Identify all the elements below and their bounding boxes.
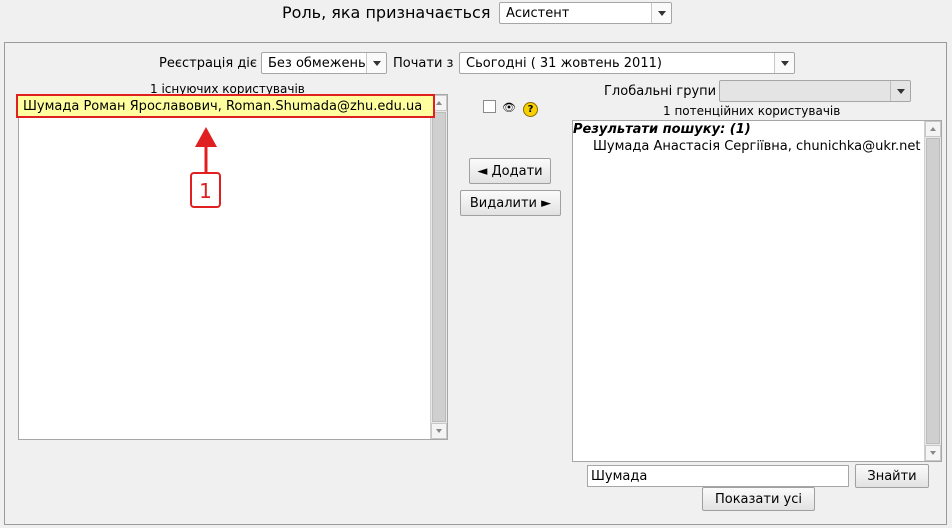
chevron-down-icon xyxy=(651,3,671,23)
scroll-up-icon[interactable] xyxy=(925,121,941,137)
potential-users-count: 1 потенційних користувачів xyxy=(663,104,841,118)
search-input-value: Шумада xyxy=(591,468,648,484)
chevron-down-icon xyxy=(366,53,386,73)
annotation-arrow-icon xyxy=(195,127,217,147)
start-date-select[interactable]: Сьогодні ( 31 жовтень 2011) xyxy=(459,52,795,74)
annotation-marker: 1 xyxy=(190,127,221,208)
scrollbar-thumb[interactable] xyxy=(926,138,940,444)
scroll-down-icon[interactable] xyxy=(925,445,941,461)
global-groups-label: Глобальні групи xyxy=(604,84,717,99)
existing-user-label: Шумада Роман Ярославович, Roman.Shumada@… xyxy=(23,98,423,114)
help-icon[interactable]: ? xyxy=(523,102,538,117)
show-all-button[interactable]: Показати усі xyxy=(702,487,815,511)
existing-users-scrollbar[interactable] xyxy=(430,95,447,439)
duration-select-value: Без обмежень xyxy=(268,55,366,71)
scroll-down-icon[interactable] xyxy=(431,423,447,439)
annotation-arrow-stem xyxy=(204,147,208,173)
role-select-value: Асистент xyxy=(506,5,570,21)
global-groups-select[interactable] xyxy=(719,80,911,102)
remove-button[interactable]: Видалити ► xyxy=(460,190,561,216)
search-input[interactable]: Шумада xyxy=(587,465,849,487)
find-button[interactable]: Знайти xyxy=(855,464,929,488)
existing-users-list[interactable] xyxy=(18,94,448,440)
potential-users-scrollbar[interactable] xyxy=(924,121,941,461)
role-select[interactable]: Асистент xyxy=(499,2,672,24)
role-label: Роль, яка призначається xyxy=(282,3,491,22)
scrollbar-thumb[interactable] xyxy=(432,112,446,422)
start-label: Почати з xyxy=(393,56,454,71)
eye-icon: 👁 xyxy=(502,101,516,114)
chevron-down-icon xyxy=(890,81,910,101)
existing-user-option[interactable]: Шумада Роман Ярославович, Roman.Shumada@… xyxy=(16,94,435,118)
add-button[interactable]: ◄ Додати xyxy=(469,158,551,184)
potential-user-option[interactable]: Шумада Анастасія Сергіївна, chunichka@uk… xyxy=(593,139,923,154)
annotation-number: 1 xyxy=(199,179,212,203)
potential-users-list[interactable] xyxy=(572,120,942,462)
chevron-down-icon xyxy=(774,53,794,73)
search-results-header: Результати пошуку: (1) xyxy=(573,122,751,137)
start-date-select-value: Сьогодні ( 31 жовтень 2011) xyxy=(466,55,662,71)
duration-label: Реєстрація діє xyxy=(159,56,258,71)
show-hidden-checkbox[interactable] xyxy=(483,100,496,113)
duration-select[interactable]: Без обмежень xyxy=(261,52,387,74)
